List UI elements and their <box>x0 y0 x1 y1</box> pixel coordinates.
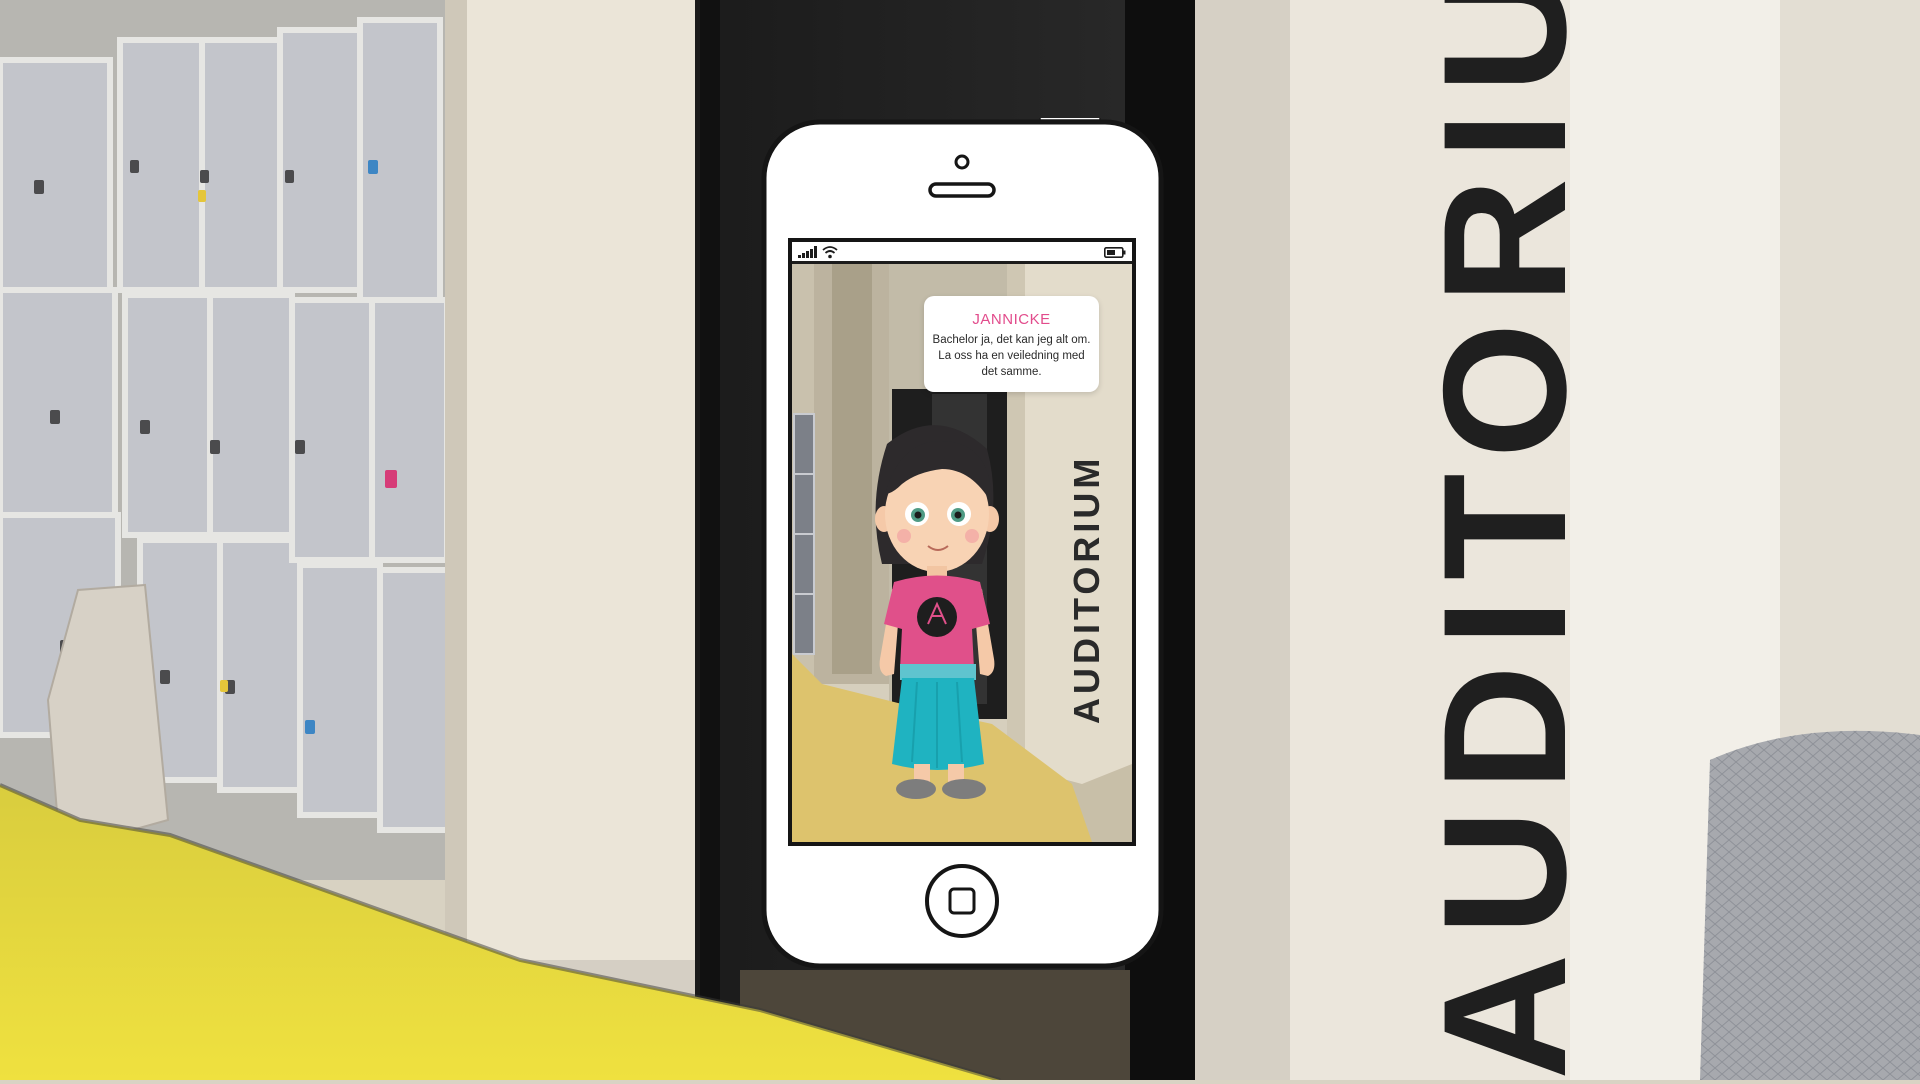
speaker-name: JANNICKE <box>972 311 1051 328</box>
pillar-left <box>445 0 695 1000</box>
signal-bars-icon <box>798 246 817 258</box>
phone-screen: AUDITORIUM JANNICKE Bachelor ja, det kan… <box>792 242 1132 842</box>
home-button[interactable] <box>925 864 999 938</box>
wifi-icon <box>822 246 838 259</box>
dialog-bubble[interactable]: JANNICKE Bachelor ja, det kan jeg alt om… <box>924 296 1099 392</box>
locker-wall <box>0 0 453 880</box>
dialog-text: Bachelor ja, det kan jeg alt om. La oss … <box>932 334 1091 378</box>
wall-sign: AUDITORIU <box>1408 0 1603 1080</box>
wire-mesh-roll <box>1700 730 1920 1080</box>
scene-sign: AUDITORIUM <box>1066 455 1107 724</box>
status-bar <box>792 242 1132 264</box>
battery-icon <box>1104 247 1126 258</box>
phone-mockup: AUDITORIUM JANNICKE Bachelor ja, det kan… <box>760 118 1165 970</box>
scene-lockers <box>793 413 815 655</box>
